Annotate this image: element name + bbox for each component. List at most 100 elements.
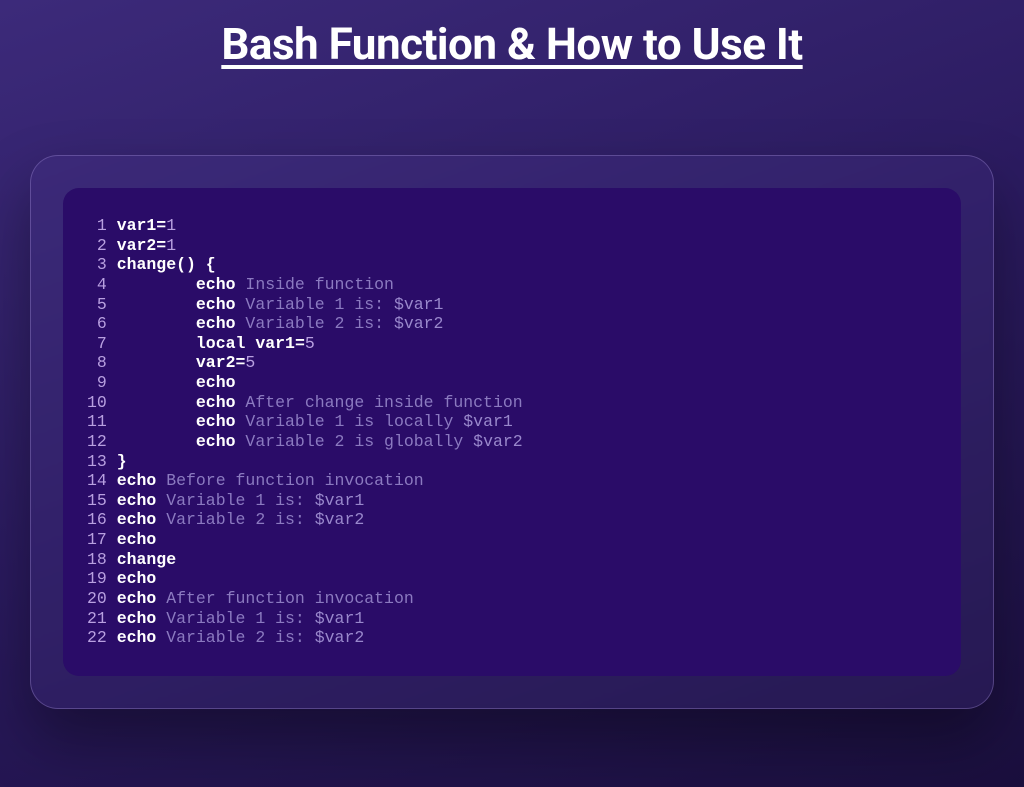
code-line: 6 echo Variable 2 is: $var2 xyxy=(87,314,937,334)
code-line: 17echo xyxy=(87,530,937,550)
token-num: 1 xyxy=(166,216,176,235)
token-var: $var1 xyxy=(463,412,513,431)
token-var: $var1 xyxy=(315,609,365,628)
token-str: Inside function xyxy=(245,275,394,294)
code-block: 1var1=12var2=13change() {4 echo Inside f… xyxy=(63,188,961,676)
line-number: 12 xyxy=(87,432,107,452)
line-number: 9 xyxy=(87,373,107,393)
token-cmd: echo xyxy=(196,275,236,294)
token-str: Variable 2 is globally xyxy=(245,432,473,451)
code-line: 9 echo xyxy=(87,373,937,393)
line-number: 3 xyxy=(87,255,107,275)
token-plain xyxy=(117,373,196,392)
token-plain xyxy=(117,432,196,451)
token-str: Variable 1 is: xyxy=(166,491,315,510)
token-str: After change inside function xyxy=(245,393,522,412)
token-cmd: echo xyxy=(196,314,236,333)
token-plain xyxy=(117,295,196,314)
token-op: = xyxy=(295,334,305,353)
token-cmd: echo xyxy=(196,393,236,412)
token-op: = xyxy=(236,353,246,372)
token-kw: var2 xyxy=(117,236,157,255)
token-cmd: echo xyxy=(117,510,157,529)
token-op: = xyxy=(156,236,166,255)
token-str: Variable 2 is: xyxy=(166,628,315,647)
code-line: 22echo Variable 2 is: $var2 xyxy=(87,628,937,648)
token-str: Variable 1 is: xyxy=(245,295,394,314)
token-plain xyxy=(236,295,246,314)
token-cmd: echo xyxy=(117,628,157,647)
code-line: 7 local var1=5 xyxy=(87,334,937,354)
token-var: $var2 xyxy=(315,510,365,529)
line-number: 21 xyxy=(87,609,107,629)
token-cmd: echo xyxy=(196,412,236,431)
token-cmd: echo xyxy=(196,295,236,314)
token-var: $var2 xyxy=(315,628,365,647)
line-number: 10 xyxy=(87,393,107,413)
line-number: 17 xyxy=(87,530,107,550)
token-plain xyxy=(117,334,196,353)
token-cmd: echo xyxy=(117,471,157,490)
line-number: 6 xyxy=(87,314,107,334)
token-plain xyxy=(156,609,166,628)
token-kw: var1 xyxy=(117,216,157,235)
token-kw: local var1 xyxy=(196,334,295,353)
token-plain xyxy=(156,589,166,608)
token-num: 5 xyxy=(305,334,315,353)
code-line: 18 change xyxy=(87,550,937,570)
token-cmd: echo xyxy=(196,432,236,451)
code-panel: 1var1=12var2=13change() {4 echo Inside f… xyxy=(30,155,994,709)
token-op: = xyxy=(156,216,166,235)
line-number: 8 xyxy=(87,353,107,373)
code-line: 20 echo After function invocation xyxy=(87,589,937,609)
token-plain xyxy=(117,353,196,372)
code-line: 19 echo xyxy=(87,569,937,589)
token-num: 1 xyxy=(166,236,176,255)
token-plain xyxy=(117,275,196,294)
token-str: Variable 1 is locally xyxy=(245,412,463,431)
code-line: 14 echo Before function invocation xyxy=(87,471,937,491)
token-cmd: echo xyxy=(117,569,157,588)
token-var: $var2 xyxy=(394,314,444,333)
token-cmd: echo xyxy=(196,373,236,392)
token-var: $var1 xyxy=(315,491,365,510)
line-number: 15 xyxy=(87,491,107,511)
line-number: 13 xyxy=(87,452,107,472)
line-number: 2 xyxy=(87,236,107,256)
token-plain xyxy=(236,393,246,412)
line-number: 14 xyxy=(87,471,107,491)
token-num: 5 xyxy=(245,353,255,372)
code-line: 2 var2=1 xyxy=(87,236,937,256)
code-line: 3 change() { xyxy=(87,255,937,275)
token-plain xyxy=(117,412,196,431)
line-number: 5 xyxy=(87,295,107,315)
token-cmd: echo xyxy=(117,491,157,510)
line-number: 18 xyxy=(87,550,107,570)
line-number: 19 xyxy=(87,569,107,589)
code-line: 5 echo Variable 1 is: $var1 xyxy=(87,295,937,315)
token-var: $var2 xyxy=(473,432,523,451)
token-str: After function invocation xyxy=(166,589,414,608)
code-line: 1var1=1 xyxy=(87,216,937,236)
token-str: Before function invocation xyxy=(166,471,423,490)
token-plain xyxy=(117,393,196,412)
line-number: 20 xyxy=(87,589,107,609)
token-cmd: change xyxy=(117,550,176,569)
token-kw: change() { xyxy=(117,255,216,274)
code-line: 8 var2=5 xyxy=(87,353,937,373)
token-plain xyxy=(156,471,166,490)
token-str: Variable 2 is: xyxy=(245,314,394,333)
token-plain xyxy=(236,412,246,431)
token-plain xyxy=(156,510,166,529)
code-line: 21echo Variable 1 is: $var1 xyxy=(87,609,937,629)
token-str: Variable 2 is: xyxy=(166,510,315,529)
token-cmd: echo xyxy=(117,589,157,608)
line-number: 7 xyxy=(87,334,107,354)
token-cmd: echo xyxy=(117,609,157,628)
code-line: 15 echo Variable 1 is: $var1 xyxy=(87,491,937,511)
code-line: 12 echo Variable 2 is globally $var2 xyxy=(87,432,937,452)
code-line: 4 echo Inside function xyxy=(87,275,937,295)
line-number: 1 xyxy=(87,216,107,236)
token-plain xyxy=(156,491,166,510)
token-kw: var2 xyxy=(196,353,236,372)
